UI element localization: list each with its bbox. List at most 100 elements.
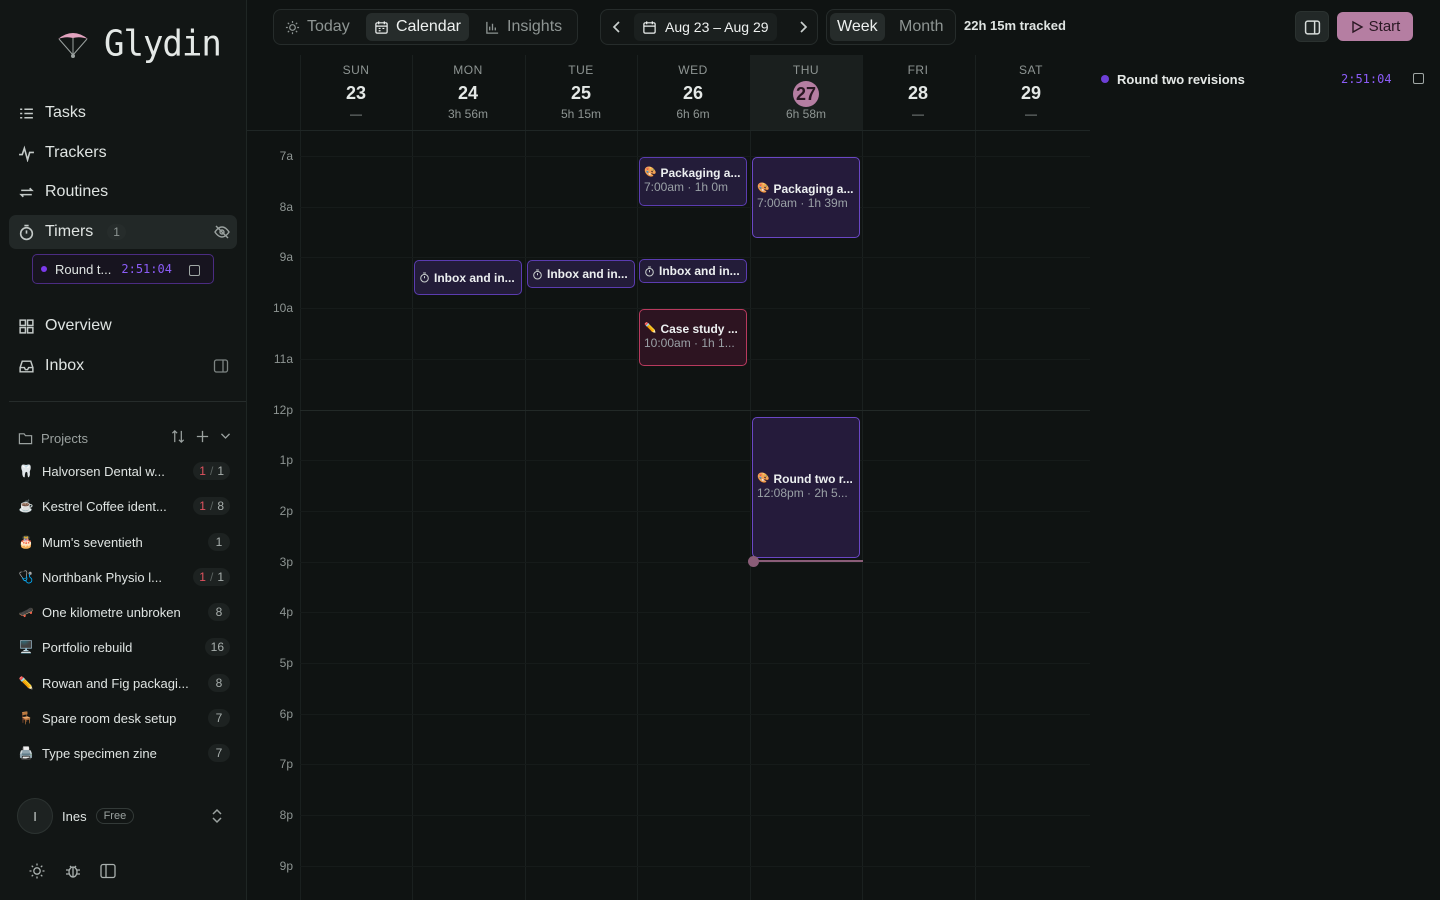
- day-name: MON: [453, 63, 483, 77]
- sidebar-item-timers[interactable]: Timers 1: [9, 215, 237, 249]
- sidebar-item-label: Inbox: [45, 357, 85, 374]
- project-item[interactable]: 🎂 Mum's seventieth 1: [18, 531, 230, 553]
- project-item[interactable]: 🛹 One kilometre unbroken 8: [18, 601, 230, 623]
- calendar-event[interactable]: ✏️ Case study ... 10:00am · 1h 1...: [639, 309, 747, 366]
- sort-icon[interactable]: [171, 429, 186, 444]
- eye-off-icon[interactable]: [213, 223, 231, 241]
- chevron-left-icon[interactable]: [609, 19, 625, 35]
- projects-heading: Projects: [41, 430, 88, 446]
- tab-label: Today: [307, 18, 350, 35]
- calendar-event[interactable]: Inbox and in...: [639, 259, 747, 283]
- chevrons-up-down-icon[interactable]: [209, 808, 225, 824]
- timers-count-badge: 1: [107, 224, 126, 240]
- count-separator: /: [209, 464, 214, 478]
- project-item[interactable]: 🩺 Northbank Physio l... 1/1: [18, 566, 230, 588]
- project-total-count: 1: [215, 535, 223, 549]
- project-done-count: 1: [199, 464, 206, 478]
- project-item[interactable]: ✏️ Rowan and Fig packagi... 8: [18, 672, 230, 694]
- calendar-event[interactable]: 🎨 Round two r... 12:08pm · 2h 5...: [752, 417, 860, 558]
- hour-line: [300, 207, 1090, 208]
- hour-label: 3p: [279, 555, 293, 569]
- chevron-down-icon[interactable]: [219, 429, 232, 442]
- stop-icon[interactable]: [189, 265, 200, 276]
- day-header-wed[interactable]: WED 26 6h 6m: [637, 55, 749, 130]
- day-header-mon[interactable]: MON 24 3h 56m: [412, 55, 524, 130]
- project-emoji: 🖥️: [18, 640, 34, 654]
- project-item[interactable]: 🖥️ Portfolio rebuild 16: [18, 636, 230, 658]
- project-name: Spare room desk setup: [42, 710, 177, 726]
- sidebar-item-overview[interactable]: Overview: [9, 309, 237, 343]
- day-header-tue[interactable]: TUE 25 5h 15m: [525, 55, 637, 130]
- day-header-sun[interactable]: SUN 23 —: [300, 55, 412, 130]
- project-name: Kestrel Coffee ident...: [42, 498, 167, 514]
- calendar-event[interactable]: 🎨 Packaging a... 7:00am · 1h 39m: [752, 157, 860, 238]
- hour-line: [300, 460, 1090, 461]
- day-header-thu[interactable]: THU 27 6h 58m: [750, 55, 862, 130]
- sidebar-item-inbox[interactable]: Inbox: [9, 349, 237, 383]
- project-emoji: 🛹: [18, 605, 34, 619]
- bug-icon[interactable]: [64, 862, 82, 880]
- date-range-nav: Aug 23 – Aug 29: [600, 9, 818, 45]
- sidebar-item-tasks[interactable]: Tasks: [9, 96, 237, 130]
- project-name: One kilometre unbroken: [42, 604, 181, 620]
- calendar-event[interactable]: Inbox and in...: [414, 260, 522, 295]
- start-button[interactable]: Start: [1337, 12, 1413, 41]
- day-header-sat[interactable]: SAT 29 —: [975, 55, 1087, 130]
- hour-line: [300, 511, 1090, 512]
- tab-month[interactable]: Month: [891, 13, 951, 41]
- project-total-count: 7: [215, 711, 223, 725]
- day-number: 23: [345, 83, 367, 103]
- project-count: 16: [204, 638, 230, 656]
- project-item[interactable]: 🪑 Spare room desk setup 7: [18, 707, 230, 729]
- tab-insights[interactable]: Insights: [477, 13, 570, 41]
- event-title-row: 🎨 Packaging a...: [757, 182, 855, 196]
- day-column-separator: [862, 55, 863, 900]
- day-number: 25: [570, 83, 592, 103]
- event-title: Inbox and in...: [659, 264, 740, 278]
- hour-label: 9a: [279, 250, 293, 264]
- day-column-separator: [975, 55, 976, 900]
- sidebar-item-trackers[interactable]: Trackers: [9, 136, 237, 170]
- tab-today[interactable]: Today: [277, 13, 358, 41]
- calendar-event[interactable]: Inbox and in...: [527, 260, 635, 288]
- project-item[interactable]: 🦷 Halvorsen Dental w... 1/1: [18, 460, 230, 482]
- stop-icon[interactable]: [1413, 73, 1424, 84]
- event-title-row: Inbox and in...: [644, 264, 742, 278]
- week-calendar[interactable]: SUN 23 — MON 24 3h 56m TUE 25 5h 15m WED 26 6h 6m TH…: [247, 55, 1090, 900]
- today-number: 27: [793, 81, 819, 107]
- sidebar-toggle-icon[interactable]: [99, 862, 117, 880]
- plus-icon[interactable]: [195, 429, 210, 444]
- panel-right-icon[interactable]: [213, 358, 229, 374]
- inbox-icon: [19, 359, 34, 373]
- tab-label: Calendar: [396, 18, 461, 35]
- tab-calendar[interactable]: Calendar: [366, 13, 469, 41]
- project-item[interactable]: ☕ Kestrel Coffee ident... 1/8: [18, 495, 230, 517]
- user-menu[interactable]: I Ines Free: [17, 798, 235, 834]
- date-range-button[interactable]: Aug 23 – Aug 29: [634, 13, 777, 41]
- hour-label: 9p: [279, 859, 293, 873]
- day-name: THU: [792, 63, 820, 77]
- project-count: 1/1: [193, 462, 230, 480]
- toggle-panel-button[interactable]: [1295, 11, 1329, 42]
- day-column-separator: [525, 55, 526, 900]
- sidebar-item-routines[interactable]: Routines: [9, 175, 237, 209]
- user-name: Ines: [62, 808, 87, 824]
- project-item[interactable]: 🖨️ Type specimen zine 7: [18, 742, 230, 764]
- tasks-icon: [20, 107, 33, 119]
- hour-line: [300, 764, 1090, 765]
- app-root: Glydin Tasks Trackers Routines Timers 1 …: [0, 0, 1440, 900]
- timer-panel-row[interactable]: Round two revisions 2:51:04: [1101, 70, 1426, 88]
- active-timer-row[interactable]: Round t... 2:51:04: [32, 254, 214, 284]
- tab-week[interactable]: Week: [830, 13, 885, 41]
- hour-label: 11a: [273, 352, 293, 366]
- event-emoji: 🎨: [757, 183, 770, 194]
- app-logo[interactable]: Glydin: [56, 23, 222, 65]
- sun-icon[interactable]: [28, 862, 46, 880]
- day-header-fri[interactable]: FRI 28 —: [862, 55, 974, 130]
- project-count: 1: [208, 533, 230, 551]
- chevron-right-icon[interactable]: [795, 19, 811, 35]
- calendar-event[interactable]: 🎨 Packaging a... 7:00am · 1h 0m: [639, 157, 747, 206]
- project-count: 8: [208, 674, 230, 692]
- day-total: —: [1025, 107, 1037, 121]
- project-name: Halvorsen Dental w...: [42, 463, 165, 479]
